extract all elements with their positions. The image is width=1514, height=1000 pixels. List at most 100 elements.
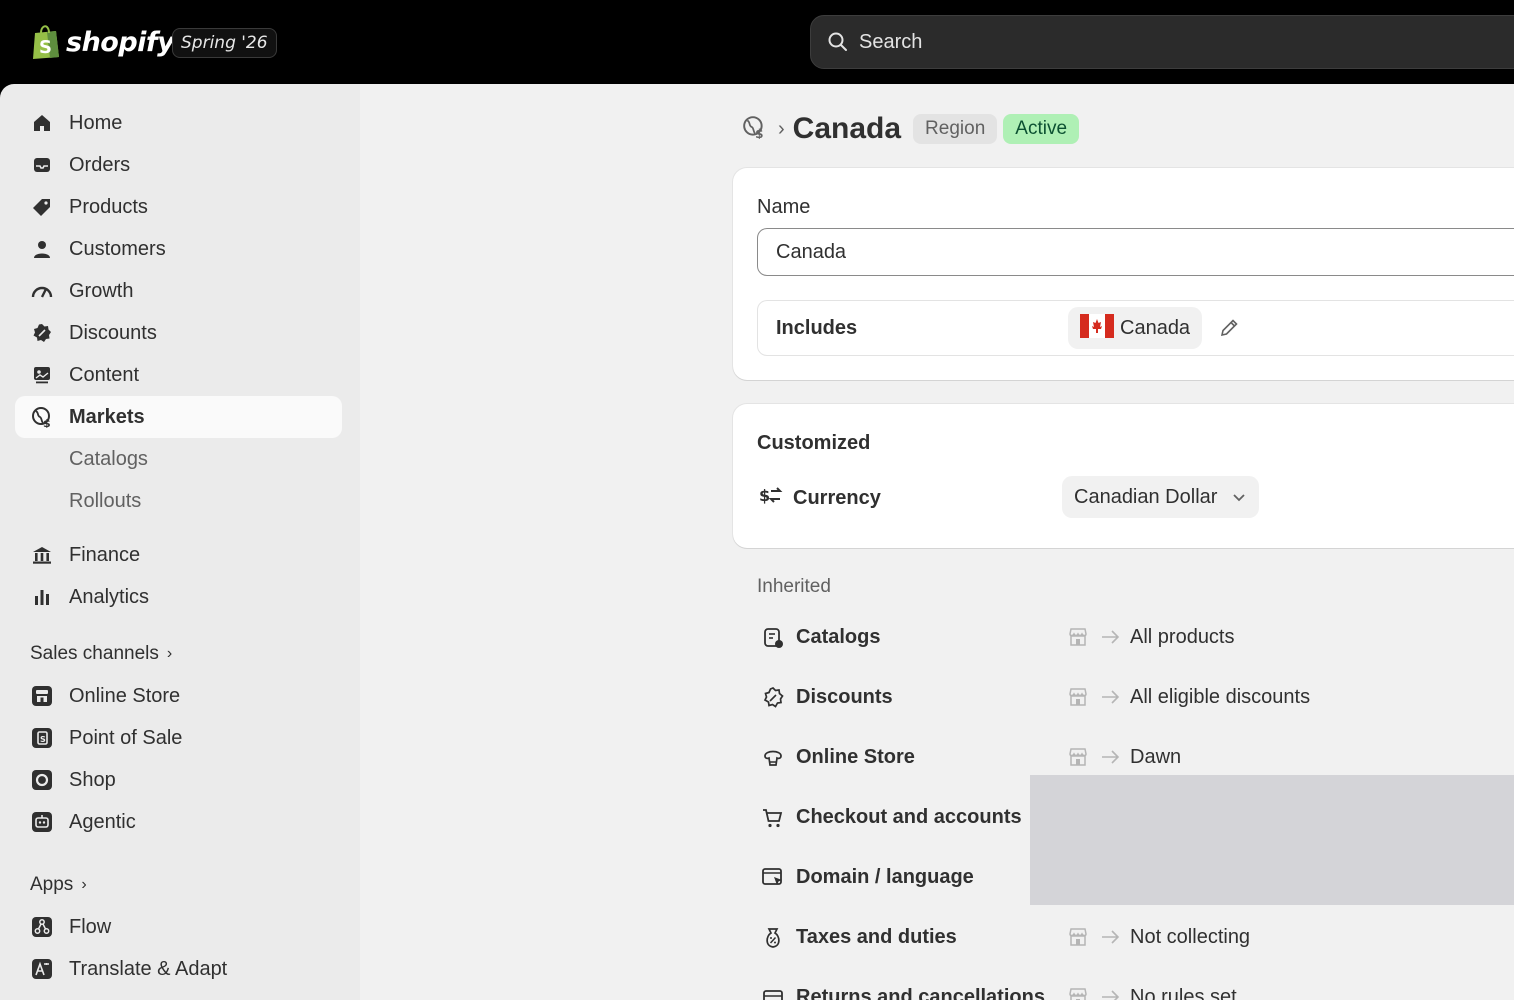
main-content: $ › Canada Region Active Name Includes C… [360,84,1514,1000]
catalog-icon [761,626,785,650]
pos-icon: S [31,727,53,749]
region-badge: Region [913,114,998,144]
sidebar-item-point-of-sale[interactable]: S Point of Sale [15,717,342,759]
image-icon [31,364,53,386]
theme-icon [761,746,785,770]
globe-icon: $ [31,406,53,428]
details-card: Name Includes Canada [733,168,1514,380]
currency-exchange-icon: $ [759,484,783,512]
currency-label: Currency [793,486,881,509]
name-label: Name [757,196,811,218]
gauge-icon [31,280,53,302]
storefront-icon [31,685,53,707]
country-chip[interactable]: Canada [1068,307,1203,349]
shopify-bag-icon: S [30,24,62,60]
country-name: Canada [1120,316,1191,339]
status-badge: Active [1003,114,1080,144]
currency-select[interactable]: Canadian Dollar [1062,476,1260,518]
inherited-row-catalogs[interactable]: Catalogs All products [757,618,1514,658]
inherited-value: All eligible discounts [1130,686,1311,708]
inherited-row-returns[interactable]: Returns and cancellations No rules set [757,978,1514,1000]
sidebar-item-label: Customers [69,237,166,260]
markets-globe-icon[interactable]: $ [742,115,766,144]
sales-channels-label: Sales channels [30,643,159,664]
returns-icon [761,986,785,1000]
edit-pencil-icon[interactable] [1218,317,1240,339]
breadcrumb: $ › Canada Region Active [742,112,1080,146]
apps-label: Apps [30,874,74,895]
inherited-row-discounts[interactable]: Discounts All eligible discounts [757,678,1514,718]
sidebar-item-home[interactable]: Home [15,102,342,144]
inherited-label: Domain / language [796,866,974,888]
inherited-title: Inherited [757,576,831,597]
sidebar-subitem-rollouts[interactable]: Rollouts [69,490,141,513]
flow-icon [31,916,53,938]
sidebar-item-label: Point of Sale [69,726,183,749]
chevron-right-icon: › [166,645,173,662]
sidebar-item-finance[interactable]: Finance [15,534,342,576]
sidebar-item-label: Translate & Adapt [69,957,228,980]
apps-header[interactable]: Apps › [30,874,87,896]
sidebar-item-translate-adapt[interactable]: Translate & Adapt [15,948,342,990]
sidebar-item-label: Discounts [69,321,157,344]
bank-icon [31,544,53,566]
breadcrumb-chevron-icon: › [778,117,785,140]
svg-text:$: $ [43,417,51,428]
sidebar-item-flow[interactable]: Flow [15,906,342,948]
inbox-icon [31,154,53,176]
top-bar: S shopify Spring '26 Search [0,0,1514,84]
home-icon [31,112,53,134]
sidebar-item-growth[interactable]: Growth [15,270,342,312]
sidebar-item-label: Content [69,363,140,386]
domain-icon [761,866,785,890]
loading-placeholder [1030,775,1514,905]
inherited-label: Online Store [796,746,915,768]
sidebar-item-analytics[interactable]: Analytics [15,576,342,618]
sidebar-item-shop[interactable]: Shop [15,759,342,801]
cart-icon [761,806,785,830]
sidebar-item-online-store[interactable]: Online Store [15,675,342,717]
inherited-value: Dawn [1130,746,1182,768]
arrow-right-icon [1099,746,1121,768]
chevron-right-icon: › [81,876,87,893]
search-input[interactable]: Search [810,15,1514,69]
sidebar-subitem-catalogs[interactable]: Catalogs [69,448,148,471]
arrow-right-icon [1099,626,1121,648]
search-placeholder: Search [859,30,923,53]
includes-label: Includes [776,317,858,339]
inherited-row-taxes[interactable]: Taxes and duties Not collecting [757,918,1514,958]
inherited-label: Discounts [796,686,893,708]
sidebar-item-agentic[interactable]: Agentic [15,801,342,843]
inherited-label: Checkout and accounts [796,806,1022,828]
edition-badge[interactable]: Spring '26 [172,28,277,58]
sidebar-item-products[interactable]: Products [15,186,342,228]
sidebar-item-orders[interactable]: Orders [15,144,342,186]
inherited-label: Taxes and duties [796,926,957,948]
name-field[interactable] [757,228,1514,276]
arrow-right-icon [1099,926,1121,948]
svg-text:S: S [40,735,46,744]
sidebar-item-discounts[interactable]: Discounts [15,312,342,354]
inherited-row-online-store[interactable]: Online Store Dawn [757,738,1514,778]
discount-badge-icon [31,322,53,344]
chevron-down-icon [1233,494,1246,502]
person-icon [31,238,53,260]
inherited-value: All products [1130,626,1235,648]
translate-icon [31,958,53,980]
store-icon [1067,986,1089,1000]
sidebar-item-customers[interactable]: Customers [15,228,342,270]
sales-channels-header[interactable]: Sales channels › [30,643,172,665]
sidebar-item-markets[interactable]: $ Markets [15,396,342,438]
sidebar-item-content[interactable]: Content [15,354,342,396]
includes-row: Includes Canada [757,300,1514,356]
arrow-right-icon [1099,686,1121,708]
currency-row-label: $ Currency [759,484,881,512]
canada-flag-icon [1080,313,1114,343]
tax-bag-icon [761,926,785,950]
inherited-value: Not collecting [1130,926,1251,948]
sidebar: Home Orders Products Customers Growth Di… [0,84,360,1000]
sidebar-item-label: Flow [69,915,112,938]
shopify-logo[interactable]: S shopify [30,24,175,60]
robot-icon [31,811,53,833]
sidebar-item-label: Online Store [69,684,181,707]
